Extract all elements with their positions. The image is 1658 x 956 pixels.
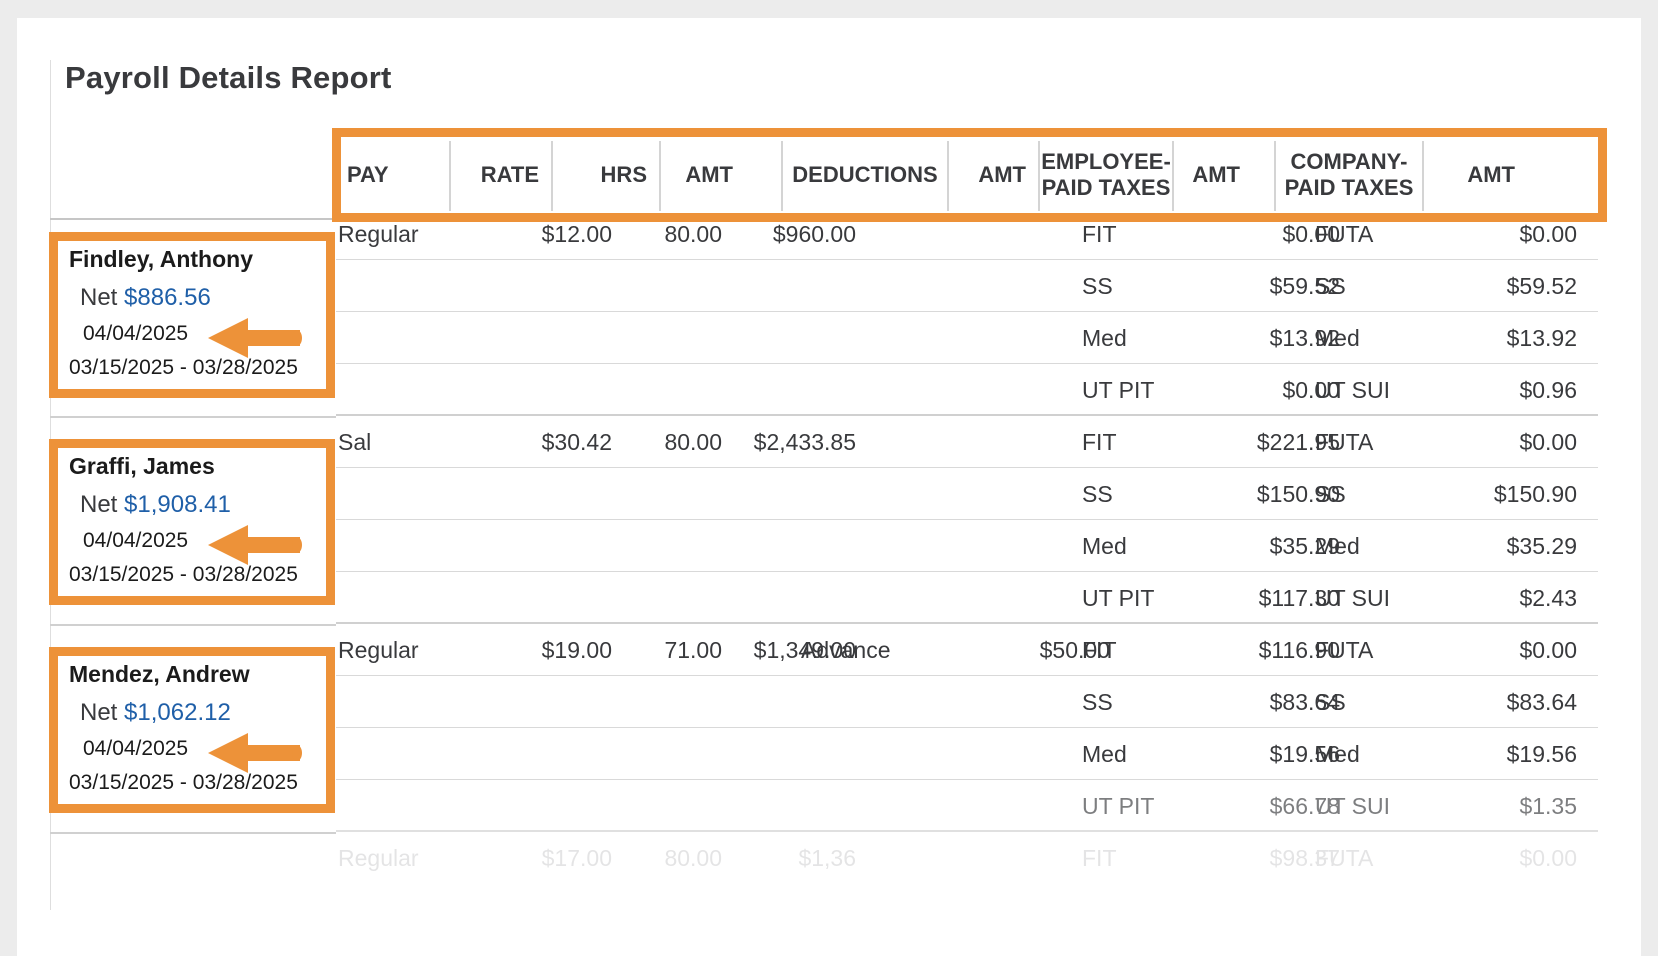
employee-name[interactable]: Graffi, James (69, 453, 215, 480)
arrow-left-icon (208, 525, 302, 565)
cell-rate: $12.00 (541, 221, 612, 247)
table-row: UT PIT $66.78 UT SUI $1.35 (336, 780, 1598, 832)
table-row: SS $150.90 SS $150.90 (336, 468, 1598, 520)
cell-co-tax: UT SUI (1315, 585, 1390, 611)
cell-co-tax-amt: $1.35 (1519, 793, 1577, 819)
table-row: SS $83.64 SS $83.64 (336, 676, 1598, 728)
table-row: Regular $17.00 80.00 $1,36 FIT $98.37 FUTA $0.0… (336, 832, 1598, 884)
table-row: UT PIT $0.00 UT SUI $0.96 (336, 364, 1598, 416)
cell-co-tax: SS (1315, 481, 1346, 507)
cell-co-tax: FUTA (1315, 221, 1374, 247)
table-row: Med $19.56 Med $19.56 (336, 728, 1598, 780)
cell-co-tax-amt: $0.00 (1519, 637, 1577, 663)
cell-emp-tax: Med (1082, 741, 1127, 767)
cell-co-tax: SS (1315, 689, 1346, 715)
cell-pay: Regular (338, 845, 419, 871)
cell-co-tax: Med (1315, 325, 1360, 351)
cell-emp-tax: Med (1082, 325, 1127, 351)
employee-summary: Findley, Anthony Net $886.56 04/04/2025 03/… (49, 232, 335, 398)
cell-co-tax: Med (1315, 741, 1360, 767)
pay-date: 04/04/2025 (83, 529, 189, 552)
cell-co-tax-amt: $150.90 (1493, 481, 1577, 507)
net-amount-link[interactable]: $1,908.41 (124, 491, 231, 518)
table-row: Sal $30.42 80.00 $2,433.85 FIT $221.95 FUTA $0.… (336, 416, 1598, 468)
cell-emp-tax: FIT (1082, 221, 1117, 247)
cell-co-tax: SS (1315, 273, 1346, 299)
cell-rate: $30.42 (541, 429, 612, 455)
net-pay: Net $1,908.41 (80, 491, 231, 519)
cell-emp-tax: FIT (1082, 637, 1117, 663)
cell-co-tax-amt: $35.29 (1506, 533, 1577, 559)
net-amount-link[interactable]: $1,062.12 (124, 699, 231, 726)
table-row: Med $35.29 Med $35.29 (336, 520, 1598, 572)
employee-divider (50, 624, 336, 626)
pay-period: 03/15/2025 - 03/28/2025 (69, 356, 298, 379)
arrow-left-icon (208, 318, 302, 358)
cell-co-tax-amt: $59.52 (1506, 273, 1577, 299)
net-pay: Net $886.56 (80, 284, 211, 312)
pay-period: 03/15/2025 - 03/28/2025 (69, 563, 298, 586)
table-row: UT PIT $117.30 UT SUI $2.43 (336, 572, 1598, 624)
cell-amt: $960.00 (772, 221, 856, 247)
cell-emp-tax: FIT (1082, 429, 1117, 455)
cell-co-tax-amt: $0.96 (1519, 377, 1577, 403)
table-row: Med $13.92 Med $13.92 (336, 312, 1598, 364)
cell-co-tax-amt: $0.00 (1519, 845, 1577, 871)
employee-name[interactable]: Mendez, Andrew (69, 661, 250, 688)
cell-co-tax-amt: $83.64 (1506, 689, 1577, 715)
cell-co-tax: FUTA (1315, 637, 1374, 663)
cell-hrs: 80.00 (664, 845, 722, 871)
cell-co-tax-amt: $0.00 (1519, 221, 1577, 247)
table-row: Regular $19.00 71.00 $1,349.00 Advance $50.00… (336, 624, 1598, 676)
employee-divider (50, 416, 336, 418)
employee-summary: Mendez, Andrew Net $1,062.12 04/04/2025 03/… (49, 647, 335, 813)
cell-amt: $1,36 (798, 845, 856, 871)
employee-summary: Graffi, James Net $1,908.41 04/04/2025 03/1… (49, 439, 335, 605)
cell-emp-tax: Med (1082, 533, 1127, 559)
table-row: SS $59.52 SS $59.52 (336, 260, 1598, 312)
cell-hrs: 71.00 (664, 637, 722, 663)
pay-date: 04/04/2025 (83, 322, 189, 345)
cell-emp-tax: SS (1082, 689, 1113, 715)
net-label: Net (80, 284, 118, 311)
cell-hrs: 80.00 (664, 429, 722, 455)
cell-emp-tax: SS (1082, 481, 1113, 507)
cell-hrs: 80.00 (664, 221, 722, 247)
cell-emp-tax: SS (1082, 273, 1113, 299)
cell-pay: Regular (338, 221, 419, 247)
cell-co-tax-amt: $19.56 (1506, 741, 1577, 767)
cell-rate: $19.00 (541, 637, 612, 663)
cell-deductions: Advance (801, 637, 891, 663)
pay-date: 04/04/2025 (83, 737, 189, 760)
cell-emp-tax: UT PIT (1082, 793, 1155, 819)
cell-co-tax: UT SUI (1315, 793, 1390, 819)
report-body: Regular $12.00 80.00 $960.00 FIT $0.00 FUTA $0.… (0, 0, 1658, 956)
employee-name[interactable]: Findley, Anthony (69, 246, 253, 273)
net-pay: Net $1,062.12 (80, 699, 231, 727)
cell-rate: $17.00 (541, 845, 612, 871)
faded-employee-name (72, 918, 78, 942)
net-label: Net (80, 491, 118, 518)
net-label: Net (80, 699, 118, 726)
cell-co-tax: FUTA (1315, 429, 1374, 455)
pay-period: 03/15/2025 - 03/28/2025 (69, 771, 298, 794)
cell-pay: Regular (338, 637, 419, 663)
cell-co-tax-amt: $0.00 (1519, 429, 1577, 455)
arrow-left-icon (208, 733, 302, 773)
cell-pay: Sal (338, 429, 372, 455)
cell-co-tax: FUTA (1315, 845, 1374, 871)
employee-divider (50, 832, 336, 834)
cell-co-tax-amt: $13.92 (1506, 325, 1577, 351)
cell-co-tax: Med (1315, 533, 1360, 559)
table-row: Regular $12.00 80.00 $960.00 FIT $0.00 FUTA $0.… (336, 208, 1598, 260)
cell-co-tax: UT SUI (1315, 377, 1390, 403)
cell-amt: $2,433.85 (753, 429, 856, 455)
cell-emp-tax: UT PIT (1082, 377, 1155, 403)
cell-emp-tax: UT PIT (1082, 585, 1155, 611)
cell-emp-tax: FIT (1082, 845, 1117, 871)
cell-co-tax-amt: $2.43 (1519, 585, 1577, 611)
net-amount-link[interactable]: $886.56 (124, 284, 211, 311)
